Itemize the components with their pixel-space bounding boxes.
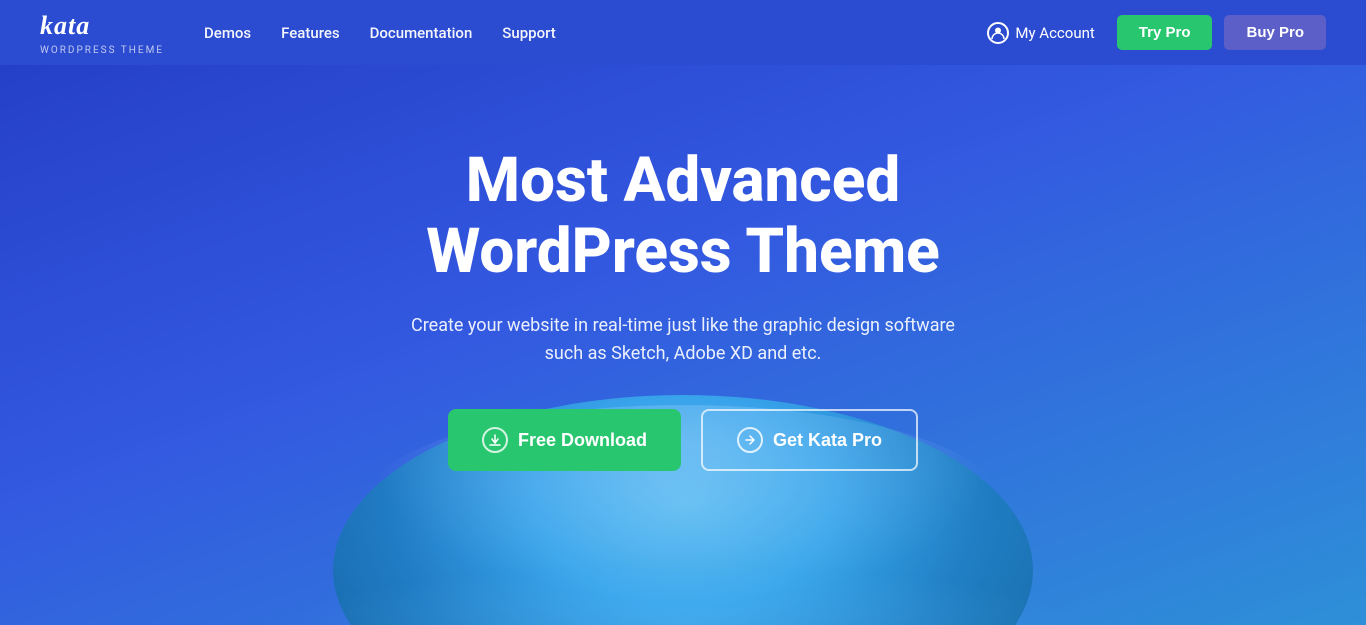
get-kata-pro-button[interactable]: Get Kata Pro <box>701 409 918 471</box>
nav-left: kata WordPress Theme Demos Features Docu… <box>40 10 556 56</box>
navbar: kata WordPress Theme Demos Features Docu… <box>0 0 1366 65</box>
nav-right: My Account Try Pro Buy Pro <box>987 15 1326 50</box>
nav-item-documentation[interactable]: Documentation <box>370 23 473 42</box>
logo-subtitle: WordPress Theme <box>40 45 164 56</box>
my-account-link[interactable]: My Account <box>987 22 1094 44</box>
nav-item-demos[interactable]: Demos <box>204 23 251 42</box>
logo[interactable]: kata WordPress Theme <box>40 10 164 56</box>
hero-buttons: Free Download Get Kata Pro <box>403 409 963 471</box>
hero-subtitle: Create your website in real-time just li… <box>403 312 963 370</box>
my-account-label: My Account <box>1015 24 1094 42</box>
try-pro-button[interactable]: Try Pro <box>1117 15 1213 50</box>
hero-content: Most Advanced WordPress Theme Create you… <box>403 145 963 471</box>
svg-text:kata: kata <box>40 11 90 38</box>
hero-title: Most Advanced WordPress Theme <box>403 145 963 288</box>
logo-text: kata <box>40 10 130 43</box>
account-icon <box>987 22 1009 44</box>
nav-item-features[interactable]: Features <box>281 23 339 42</box>
free-download-button[interactable]: Free Download <box>448 409 681 471</box>
nav-links: Demos Features Documentation Support <box>204 23 556 42</box>
arrow-right-icon <box>737 427 763 453</box>
hero-section: Most Advanced WordPress Theme Create you… <box>0 65 1366 625</box>
buy-pro-button[interactable]: Buy Pro <box>1224 15 1326 50</box>
nav-item-support[interactable]: Support <box>502 23 555 42</box>
download-icon <box>482 427 508 453</box>
